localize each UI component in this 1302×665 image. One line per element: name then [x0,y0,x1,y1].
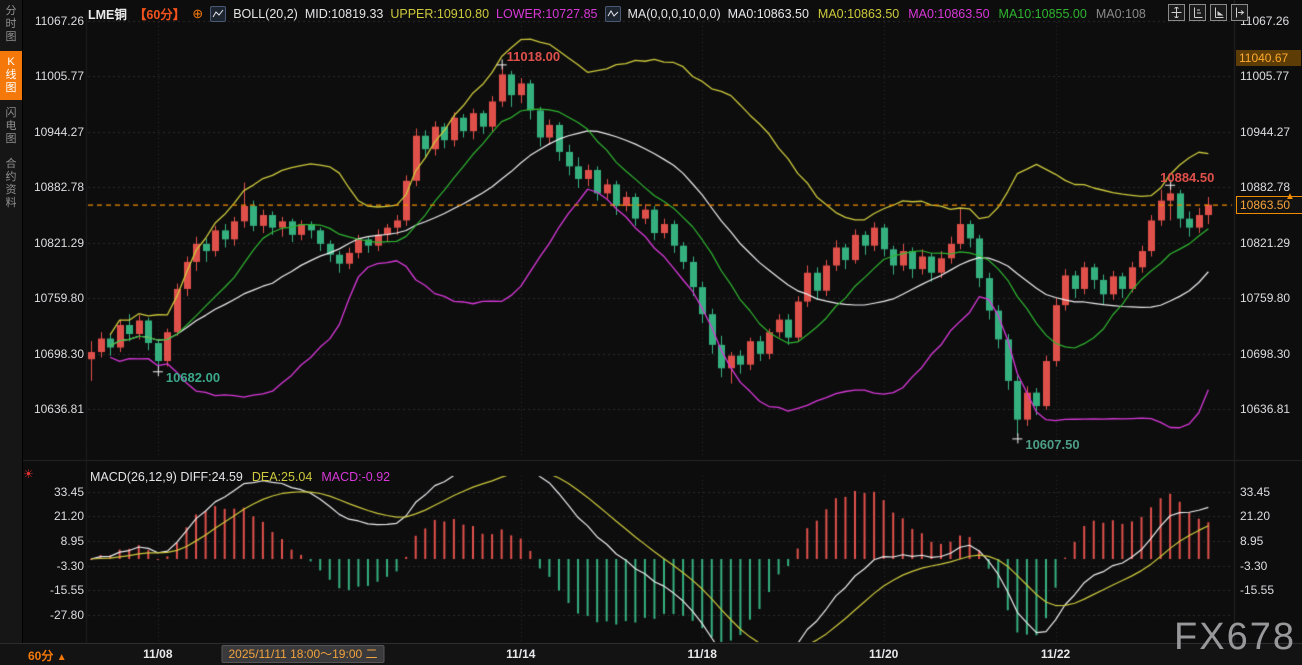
price-macd-chart-canvas[interactable] [0,0,1302,665]
price-tick-right: 11005.77 [1240,69,1289,83]
date-tick: 11/14 [506,647,535,661]
ma-value-2: MA0:10863.50 [818,7,899,21]
price-annotation: 10884.50 [1160,170,1214,185]
chart-header: LME铜 【60分】 ⊕ BOLL(20,2) MID:10819.33 UPP… [88,4,1146,23]
period-selector-label: 60分 [28,649,53,663]
macd-tick-left: 33.45 [26,485,84,499]
macd-diff-value: DIFF:24.59 [180,470,243,484]
chart-type-sidebar: 分时图K线图闪电图合约资料 [0,0,23,665]
ma-value-4: MA10:10855.00 [999,7,1087,21]
date-tick: 11/22 [1041,647,1070,661]
macd-tick-right: 8.95 [1240,534,1263,548]
date-tick: 11/18 [688,647,717,661]
price-tick-left: 10636.81 [26,402,84,416]
fx678-watermark: FX678 [1174,616,1296,659]
period-up-triangle-icon: ▲ [57,652,67,663]
macd-name: MACD(26,12,9) [90,470,177,484]
trading-app-window: 分时图K线图闪电图合约资料 LME铜 【60分】 ⊕ BOLL(20,2) MI… [0,0,1302,665]
price-tick-left: 10698.30 [26,347,84,361]
macd-tick-left: -15.55 [26,583,84,597]
sidebar-item-2[interactable]: K线图 [0,51,22,100]
ma-values: MA0:10863.50 MA0:10863.50 MA0:10863.50 MA10… [728,7,1146,21]
macd-hist-value: MACD:-0.92 [321,470,390,484]
price-annotation: 10607.50 [1025,437,1079,452]
macd-tick-right: -15.55 [1240,583,1274,597]
price-tick-left: 11005.77 [26,69,84,83]
price-annotation: 11018.00 [507,49,561,64]
boll-mid-value: MID:10819.33 [305,7,384,21]
price-annotation: 10682.00 [166,370,220,385]
sidebar-item-3[interactable]: 闪电图 [0,102,22,151]
ma-value-3: MA0:10863.50 [908,7,989,21]
macd-name-and-diff: MACD(26,12,9) DIFF:24.59 [90,470,243,484]
extend-right-icon[interactable] [1231,4,1248,21]
macd-tick-left: -3.30 [26,559,84,573]
macd-tick-right: 33.45 [1240,485,1270,499]
macd-dea-value: DEA:25.04 [252,470,312,484]
price-tick-right: 10636.81 [1240,402,1290,416]
ma-indicator-icon[interactable] [605,6,621,22]
date-tick: 11/08 [143,647,172,661]
price-tick-left: 10821.29 [26,236,84,250]
sidebar-item-1[interactable]: 分时图 [0,0,22,49]
price-tick-right: 10698.30 [1240,347,1290,361]
ma-value-1: MA0:10863.50 [728,7,809,21]
macd-tick-right: 21.20 [1240,509,1270,523]
time-axis-bar: 60分 ▲ 2025/11/11 18:00～19:00 二 11/08 11/1… [0,643,1302,665]
sidebar-item-4[interactable]: 合约资料 [0,153,22,215]
price-tick-right: 10821.29 [1240,236,1290,250]
session-high-price-box: 11040.67 [1236,50,1301,66]
macd-tick-left: 8.95 [26,534,84,548]
hovered-session-label[interactable]: 2025/11/11 18:00～19:00 二 [221,645,384,663]
macd-tick-left: 21.20 [26,509,84,523]
price-tick-left: 10759.80 [26,291,84,305]
ma-name: MA(0,0,0,10,0,0) [628,7,721,21]
indicator-settings-icon[interactable]: ⊕ [192,6,203,22]
macd-tick-left: -27.80 [26,608,84,622]
price-tick-left: 10944.27 [26,125,84,139]
boll-name: BOLL(20,2) [233,7,298,21]
boll-lower-value: LOWER:10727.85 [496,7,597,21]
price-tick-right: 10882.78 [1240,180,1290,194]
price-tick-right: 10759.80 [1240,291,1290,305]
symbol-name: LME铜 [88,4,127,23]
y-axis-scale-icon[interactable] [1189,4,1206,21]
macd-tick-right: -3.30 [1240,559,1267,573]
x-axis-scale-icon[interactable] [1210,4,1227,21]
price-tick-left: 10882.78 [26,180,84,194]
price-tick-right: 10944.27 [1240,125,1290,139]
live-indicator-icon: ☀ [23,467,34,481]
last-price-arrow-icon: ▲ [1285,191,1295,202]
boll-indicator-icon[interactable] [210,6,226,22]
price-tick-left: 11067.26 [26,14,84,28]
period-selector[interactable]: 60分 ▲ [28,647,67,664]
period-label: 【60分】 [134,4,185,23]
pan-crosshair-icon[interactable] [1168,4,1185,21]
macd-header: MACD(26,12,9) DIFF:24.59 DEA:25.04 MACD:… [90,470,390,484]
boll-upper-value: UPPER:10910.80 [390,7,489,21]
chart-toolbar [1168,4,1248,21]
date-tick: 11/20 [869,647,898,661]
ma-value-5: MA0:108 [1096,7,1146,21]
